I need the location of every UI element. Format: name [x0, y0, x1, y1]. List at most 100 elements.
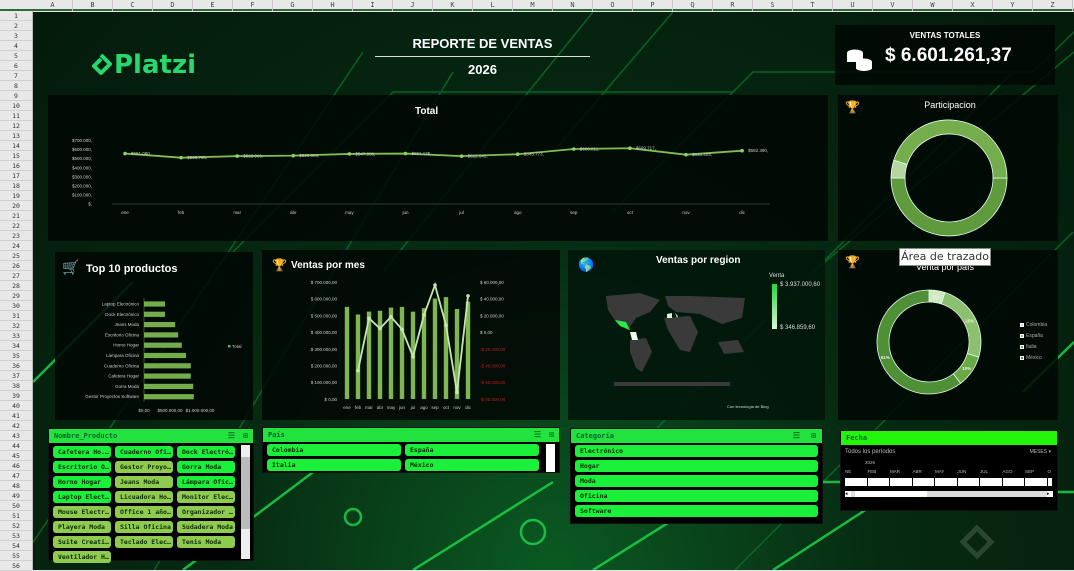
- row-header[interactable]: 31: [0, 311, 32, 321]
- column-header[interactable]: F: [233, 0, 273, 11]
- row-header[interactable]: 19: [0, 191, 32, 201]
- row-header[interactable]: 5: [0, 51, 32, 61]
- multi-select-icon[interactable]: ☰: [534, 428, 541, 442]
- column-header[interactable]: N: [553, 0, 593, 11]
- timeline-scroll-thumb[interactable]: [855, 491, 927, 497]
- row-header[interactable]: 39: [0, 391, 32, 401]
- row-header[interactable]: 33: [0, 331, 32, 341]
- column-header[interactable]: C: [113, 0, 153, 11]
- slicer-item[interactable]: Monitor Elect...: [177, 491, 235, 503]
- slicer-item[interactable]: Tenis Moda: [177, 536, 235, 548]
- column-header[interactable]: A: [33, 0, 73, 11]
- row-header[interactable]: 55: [0, 551, 32, 561]
- slicer-item[interactable]: Colombia: [267, 444, 401, 456]
- row-header[interactable]: 40: [0, 401, 32, 411]
- timeline-month-bar[interactable]: [957, 478, 979, 486]
- row-header[interactable]: 26: [0, 261, 32, 271]
- column-header[interactable]: Z: [1033, 0, 1073, 11]
- row-header[interactable]: 43: [0, 431, 32, 441]
- slicer-item[interactable]: Gorra Moda: [177, 461, 235, 473]
- time-level-dropdown[interactable]: MESES ▾: [1030, 449, 1051, 455]
- timeline-month-bar[interactable]: [912, 478, 934, 486]
- row-header[interactable]: 38: [0, 381, 32, 391]
- row-header[interactable]: 22: [0, 221, 32, 231]
- slicer-item[interactable]: Playera Moda: [53, 521, 111, 533]
- slicer-item[interactable]: España: [405, 444, 539, 456]
- timeline-month-bar[interactable]: [1002, 478, 1024, 486]
- row-header[interactable]: 28: [0, 281, 32, 291]
- timeline-month-bar[interactable]: [935, 478, 957, 486]
- row-header[interactable]: 48: [0, 481, 32, 491]
- slicer-item[interactable]: Mouse Electr...: [53, 506, 111, 518]
- scrollbar[interactable]: [241, 445, 250, 559]
- slicer-item[interactable]: Sudadera Moda: [177, 521, 235, 533]
- row-header[interactable]: 24: [0, 241, 32, 251]
- column-header[interactable]: J: [393, 0, 433, 11]
- slicer-item[interactable]: Licuadora Ho...: [115, 491, 173, 503]
- column-header[interactable]: L: [473, 0, 513, 11]
- slicer-item[interactable]: Laptop Elect...: [53, 491, 111, 503]
- clear-filter-icon[interactable]: ⊠: [549, 428, 554, 442]
- row-header[interactable]: 49: [0, 491, 32, 501]
- column-header[interactable]: G: [273, 0, 313, 11]
- row-header[interactable]: 46: [0, 461, 32, 471]
- slicer-item[interactable]: Ventilador H...: [53, 551, 111, 563]
- slicer-item[interactable]: Cafetera Ho...: [53, 446, 111, 458]
- slicer-item[interactable]: Hogar: [575, 460, 818, 472]
- row-header[interactable]: 6: [0, 61, 32, 71]
- row-header[interactable]: 34: [0, 341, 32, 351]
- multi-select-icon[interactable]: ☰: [793, 429, 800, 443]
- scroll-left-button[interactable]: ◂: [845, 491, 851, 497]
- column-header[interactable]: T: [793, 0, 833, 11]
- timeline-month-bar[interactable]: [890, 478, 912, 486]
- row-header[interactable]: 3: [0, 31, 32, 41]
- row-header[interactable]: 21: [0, 211, 32, 221]
- row-header[interactable]: 25: [0, 251, 32, 261]
- slicer-item[interactable]: Organizador ...: [177, 506, 235, 518]
- slicer-item[interactable]: Oficina: [575, 490, 818, 502]
- scroll-right-button[interactable]: ▸: [1047, 491, 1053, 497]
- slicer-item[interactable]: Jeans Moda: [115, 476, 173, 488]
- column-header[interactable]: I: [353, 0, 393, 11]
- column-header[interactable]: E: [193, 0, 233, 11]
- slicer-item[interactable]: Silla Oficina: [115, 521, 173, 533]
- row-header[interactable]: 1: [0, 11, 32, 21]
- column-header[interactable]: D: [153, 0, 193, 11]
- row-header[interactable]: 13: [0, 131, 32, 141]
- slicer-item[interactable]: Suite Creati...: [53, 536, 111, 548]
- row-header[interactable]: 42: [0, 421, 32, 431]
- row-header[interactable]: 32: [0, 321, 32, 331]
- row-header[interactable]: 16: [0, 161, 32, 171]
- slicer-item[interactable]: Office 1 año ...: [115, 506, 173, 518]
- column-header[interactable]: W: [913, 0, 953, 11]
- row-header[interactable]: 15: [0, 151, 32, 161]
- slicer-item[interactable]: Gestor Proyo...: [115, 461, 173, 473]
- slicer-item[interactable]: Electrónico: [575, 445, 818, 457]
- row-header[interactable]: 53: [0, 531, 32, 541]
- column-header[interactable]: R: [713, 0, 753, 11]
- row-header[interactable]: 41: [0, 411, 32, 421]
- column-header[interactable]: Q: [673, 0, 713, 11]
- row-header[interactable]: 7: [0, 71, 32, 81]
- slicer-item[interactable]: Italia: [267, 459, 401, 471]
- slicer-item[interactable]: México: [405, 459, 539, 471]
- column-header[interactable]: M: [513, 0, 553, 11]
- timeline-scrollbar[interactable]: ◂ ▸: [845, 491, 1053, 497]
- timeline-month-bar[interactable]: [1047, 478, 1052, 486]
- clear-filter-icon[interactable]: ⊠: [243, 429, 248, 443]
- row-header[interactable]: 18: [0, 181, 32, 191]
- column-header[interactable]: S: [753, 0, 793, 11]
- slicer-item[interactable]: Software: [575, 505, 818, 517]
- column-header[interactable]: V: [873, 0, 913, 11]
- row-header[interactable]: 50: [0, 501, 32, 511]
- scrollbar[interactable]: [546, 444, 555, 472]
- row-header[interactable]: 9: [0, 91, 32, 101]
- column-header[interactable]: K: [433, 0, 473, 11]
- row-header[interactable]: 12: [0, 121, 32, 131]
- slicer-item[interactable]: Cuaderno Ofi...: [115, 446, 173, 458]
- row-header[interactable]: 52: [0, 521, 32, 531]
- column-header[interactable]: U: [833, 0, 873, 11]
- slicer-item[interactable]: Teclado Elec...: [115, 536, 173, 548]
- timeline-month-bar[interactable]: [980, 478, 1002, 486]
- row-header[interactable]: 51: [0, 511, 32, 521]
